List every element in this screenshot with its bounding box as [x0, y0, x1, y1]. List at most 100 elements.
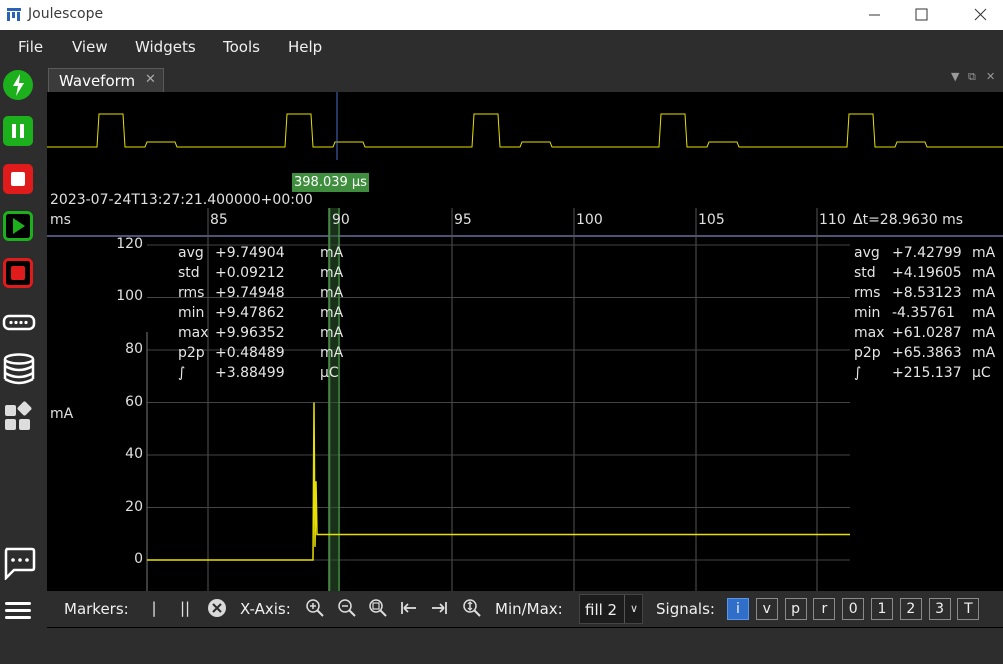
- stat-row: avg +7.42799 mA: [854, 243, 1003, 263]
- signal-toggle-2[interactable]: 2: [899, 598, 922, 620]
- stat-row: std +4.19605 mA: [854, 263, 1003, 283]
- stat-name: rms: [854, 285, 881, 301]
- stat-unit: mA: [972, 265, 996, 281]
- stat-unit: mA: [320, 285, 344, 301]
- dock-float-icon[interactable]: ⧉: [968, 70, 976, 84]
- stat-name: max: [178, 325, 209, 341]
- dock-close-icon[interactable]: ✕: [986, 70, 995, 83]
- stat-name: p2p: [178, 345, 205, 361]
- menu-view[interactable]: View: [72, 38, 108, 56]
- stat-unit: mA: [972, 325, 996, 341]
- minmax-value: fill 2: [585, 601, 618, 619]
- y-axis-unit: mA: [50, 406, 74, 422]
- window-stats: avg +7.42799 mA std +4.19605 mA rms +8.53123 mA m…: [854, 243, 1003, 383]
- stat-value: +7.42799: [892, 245, 962, 261]
- pause-icon[interactable]: [2, 114, 36, 148]
- stat-row: ∫ +215.137 µC: [854, 363, 1003, 383]
- dock-menu-icon[interactable]: ▼: [951, 70, 959, 83]
- hamburger-menu-icon[interactable]: [2, 594, 36, 628]
- stat-value: -4.35761: [892, 305, 955, 321]
- y-tick-label: 120: [116, 236, 143, 252]
- stat-value: +9.47862: [215, 305, 285, 321]
- menu-bar: File View Widgets Tools Help: [0, 30, 1003, 62]
- stop-icon[interactable]: [2, 162, 36, 196]
- waveform-panel: 398.039 µs 2023-07-24T13:27:21.400000+00…: [47, 92, 1003, 628]
- signal-toggle-3[interactable]: 3: [928, 598, 951, 620]
- stat-name: std: [854, 265, 876, 281]
- stat-value: +9.96352: [215, 325, 285, 341]
- marker-delta-flag[interactable]: 398.039 µs: [292, 173, 369, 192]
- signal-toggle-0[interactable]: 0: [842, 598, 865, 620]
- signal-toggle-T[interactable]: T: [957, 598, 980, 620]
- record-icon[interactable]: [2, 256, 36, 290]
- single-marker-button[interactable]: |: [144, 598, 164, 618]
- x-tick-label: 110: [819, 212, 846, 228]
- stat-unit: µC: [972, 365, 991, 381]
- stat-row: std +0.09212 mA: [178, 263, 343, 283]
- overview-trace[interactable]: [47, 92, 1003, 162]
- x-axis-unit: ms: [50, 212, 71, 228]
- y-tick-label: 40: [125, 446, 143, 462]
- delta-time-label: Δt=28.9630 ms: [853, 212, 964, 228]
- x-tick-label: 90: [332, 212, 350, 228]
- chat-icon[interactable]: [2, 546, 36, 582]
- signal-toggle-r[interactable]: r: [813, 598, 836, 620]
- dual-marker-button[interactable]: ||: [175, 598, 195, 618]
- tab-waveform[interactable]: Waveform ✕: [48, 68, 164, 92]
- stat-value: +0.48489: [215, 345, 285, 361]
- close-button[interactable]: [957, 0, 1003, 30]
- menu-file[interactable]: File: [18, 38, 43, 56]
- stat-unit: mA: [320, 245, 344, 261]
- tab-close-icon[interactable]: ✕: [145, 72, 156, 87]
- clear-markers-icon[interactable]: [207, 598, 227, 618]
- title-bar: Joulescope: [0, 0, 1003, 30]
- menu-widgets[interactable]: Widgets: [135, 38, 196, 56]
- zoom-in-icon[interactable]: [305, 598, 325, 618]
- signal-toggle-i[interactable]: i: [727, 598, 749, 620]
- widgets-icon[interactable]: [2, 400, 36, 434]
- database-icon[interactable]: [2, 352, 36, 386]
- stat-unit: mA: [972, 285, 996, 301]
- signal-toggle-v[interactable]: v: [755, 598, 778, 620]
- tab-bar: Waveform ✕ ▼ ⧉ ✕: [46, 66, 1003, 92]
- menu-tools[interactable]: Tools: [223, 38, 260, 56]
- chevron-down-icon: ∨: [624, 595, 643, 623]
- joulescope-logo-icon: [7, 8, 21, 21]
- stat-row: rms +9.74948 mA: [178, 283, 343, 303]
- stat-row: min +9.47862 mA: [178, 303, 343, 323]
- markers-label: Markers:: [64, 600, 129, 618]
- stat-name: avg: [854, 245, 880, 261]
- pan-right-icon[interactable]: [429, 598, 449, 618]
- maximize-button[interactable]: [898, 0, 944, 30]
- stat-value: +61.0287: [892, 325, 962, 341]
- stat-unit: mA: [320, 325, 344, 341]
- zoom-out-icon[interactable]: [337, 598, 357, 618]
- time-origin-label: 2023-07-24T13:27:21.400000+00:00: [50, 192, 313, 208]
- y-tick-label: 80: [125, 341, 143, 357]
- stat-row: max +9.96352 mA: [178, 323, 343, 343]
- x-tick-label: 85: [210, 212, 228, 228]
- sidebar: [0, 62, 40, 664]
- minmax-select[interactable]: fill 2 ∨: [579, 594, 643, 624]
- stat-name: p2p: [854, 345, 881, 361]
- device-icon[interactable]: [2, 306, 36, 340]
- pan-left-icon[interactable]: [399, 598, 419, 618]
- tab-label: Waveform: [59, 72, 136, 90]
- signal-toggle-p[interactable]: p: [784, 598, 807, 620]
- stat-row: rms +8.53123 mA: [854, 283, 1003, 303]
- stat-name: avg: [178, 245, 204, 261]
- stat-name: max: [854, 325, 885, 341]
- stat-unit: mA: [972, 345, 996, 361]
- play-icon[interactable]: [2, 209, 36, 243]
- stat-value: +65.3863: [892, 345, 962, 361]
- menu-help[interactable]: Help: [288, 38, 322, 56]
- x-tick-label: 95: [454, 212, 472, 228]
- y-zoom-icon[interactable]: [462, 598, 482, 618]
- energy-icon[interactable]: [2, 68, 36, 102]
- minimize-button[interactable]: [852, 0, 898, 30]
- signal-toggle-1[interactable]: 1: [871, 598, 893, 620]
- stat-value: +3.88499: [215, 365, 285, 381]
- stat-value: +9.74948: [215, 285, 285, 301]
- zoom-all-icon[interactable]: [368, 598, 388, 618]
- stat-value: +8.53123: [892, 285, 962, 301]
